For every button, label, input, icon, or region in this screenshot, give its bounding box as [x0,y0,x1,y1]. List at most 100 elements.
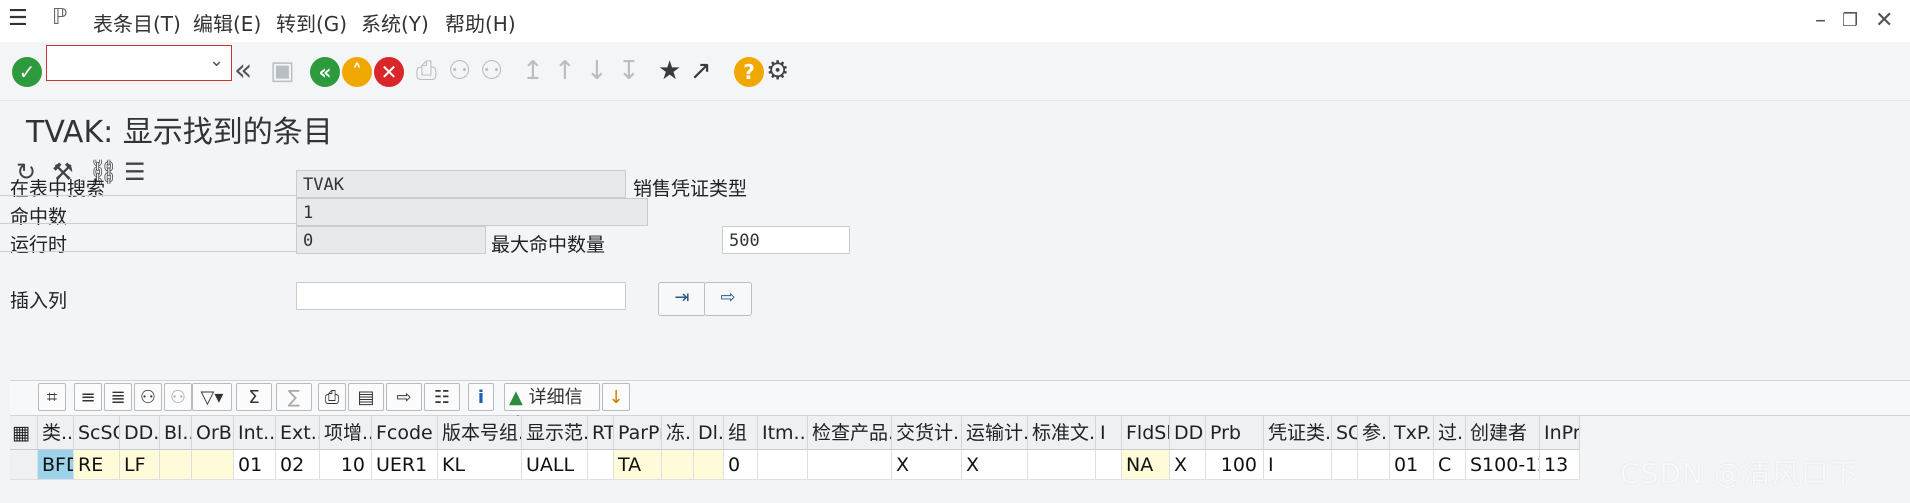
sort-download-icon[interactable]: ↓ [602,383,630,411]
table-cell[interactable]: LF [120,450,160,480]
table-cell[interactable]: 01 [1390,450,1434,480]
details-view-icon[interactable]: ⌗ [38,383,66,411]
table-cell[interactable]: TA [614,450,662,480]
cancel-icon[interactable]: ✕ [374,57,404,87]
max-hits-input[interactable]: 500 [722,226,850,254]
table-cell[interactable]: 02 [276,450,320,480]
table-cell[interactable]: KL [438,450,522,480]
table-cell[interactable]: NA [1122,450,1170,480]
column-header[interactable]: 冻... [662,416,694,450]
first-page-icon[interactable]: ↥ [522,56,544,86]
menu-table-entry[interactable]: 表条目(T) [93,8,181,37]
table-cell[interactable] [808,450,892,480]
column-header[interactable]: 交货计... [892,416,962,450]
column-header[interactable]: Int... [234,416,276,450]
find-next-icon[interactable]: ⚇ [480,56,503,86]
table-cell[interactable] [588,450,614,480]
select-all-icon[interactable]: ▦ [10,416,38,450]
table-cell[interactable]: UALL [522,450,588,480]
column-header[interactable]: 显示范... [522,416,588,450]
column-header[interactable]: OrB... [192,416,234,450]
minimize-icon[interactable]: – [1815,8,1826,33]
column-header[interactable]: 过... [1434,416,1466,450]
table-cell[interactable] [694,450,724,480]
sort-descending-icon[interactable]: ≣ [104,383,132,411]
table-cell[interactable]: X [962,450,1028,480]
rewind-icon[interactable]: « [234,56,252,86]
table-cell[interactable]: BFD [38,450,74,480]
column-header[interactable]: 创建者 [1466,416,1540,450]
column-header[interactable]: Dl... [694,416,724,450]
layout-icon[interactable]: ℙ [52,5,67,30]
back-icon[interactable]: « [310,57,340,87]
find-next-icon[interactable]: ⚇ [164,383,192,411]
enter-check-icon[interactable]: ✓ [12,57,42,87]
table-cell[interactable]: 0 [724,450,758,480]
next-page-icon[interactable]: ↓ [586,56,608,86]
find-icon[interactable]: ⚇ [448,56,471,86]
last-page-icon[interactable]: ↧ [618,56,640,86]
insert-column-button[interactable]: ⇥ [658,282,706,316]
column-header[interactable]: Fcode [372,416,438,450]
subtotal-icon[interactable]: ∑ [276,383,312,411]
column-header[interactable]: 运输计... [962,416,1028,450]
column-header[interactable]: SC [1332,416,1358,450]
column-header[interactable]: Bl... [160,416,192,450]
column-header[interactable]: Prb [1206,416,1264,450]
table-cell[interactable]: UER1 [372,450,438,480]
table-cell[interactable] [1332,450,1358,480]
table-cell[interactable]: X [1170,450,1206,480]
restore-icon[interactable]: ❐ [1842,10,1858,31]
table-cell[interactable] [192,450,234,480]
gear-icon[interactable]: ⚙ [766,56,789,86]
table-cell[interactable] [1358,450,1390,480]
export-icon[interactable]: ⇨ [386,383,422,411]
menu-edit[interactable]: 编辑(E) [193,8,261,37]
table-cell[interactable] [1028,450,1096,480]
details-button[interactable]: ▲ 详细信息 [504,383,600,436]
column-header[interactable]: I [1096,416,1122,450]
column-header[interactable]: ScSG [74,416,120,450]
insert-column-input[interactable] [296,282,626,310]
column-header[interactable]: 参... [1358,416,1390,450]
chevron-down-icon[interactable]: ⌄ [209,50,224,71]
table-cell[interactable] [160,450,192,480]
row-selector[interactable] [10,450,38,480]
menu-help[interactable]: 帮助(H) [445,8,516,37]
column-header[interactable]: InPr [1540,416,1580,450]
view-icon[interactable]: ▤ [348,383,384,411]
column-header[interactable]: 检查产品... [808,416,892,450]
table-cell[interactable]: X [892,450,962,480]
shortcut-icon[interactable]: ↗ [690,56,712,86]
menu-system[interactable]: 系统(Y) [361,8,429,37]
close-window-icon[interactable]: ✕ [1875,8,1893,33]
column-header[interactable]: Ext... [276,416,320,450]
column-header[interactable]: 标准文... [1028,416,1096,450]
column-header[interactable]: DD [1170,416,1206,450]
remove-column-button[interactable]: ⇨ [704,282,752,316]
save-icon[interactable]: ▣ [270,56,295,86]
table-cell[interactable] [758,450,808,480]
column-header[interactable]: 版本号组... [438,416,522,450]
table-cell[interactable] [662,450,694,480]
column-header[interactable]: 组 [724,416,758,450]
column-header[interactable]: Itm... [758,416,808,450]
info-icon[interactable]: i [468,383,494,411]
command-field[interactable]: ⌄ [46,45,232,81]
table-cell[interactable]: S100-120 [1466,450,1540,480]
table-cell[interactable]: I [1264,450,1332,480]
create-session-icon[interactable]: ★ [658,56,681,86]
menu-goto[interactable]: 转到(G) [276,8,347,37]
print-icon[interactable]: ⎙ [416,56,437,86]
column-header[interactable]: 项增... [320,416,372,450]
layout-icon[interactable]: ☷ [424,383,460,411]
table-cell[interactable]: 13 [1540,450,1580,480]
table-cell[interactable]: C [1434,450,1466,480]
table-cell[interactable] [1096,450,1122,480]
table-cell[interactable]: RE [74,450,120,480]
table-cell[interactable]: 10 [320,450,372,480]
column-header[interactable]: 凭证类... [1264,416,1332,450]
column-header[interactable]: FldSl [1122,416,1170,450]
sort-ascending-icon[interactable]: ≡ [74,383,102,411]
print-icon[interactable]: ⎙ [318,383,346,411]
